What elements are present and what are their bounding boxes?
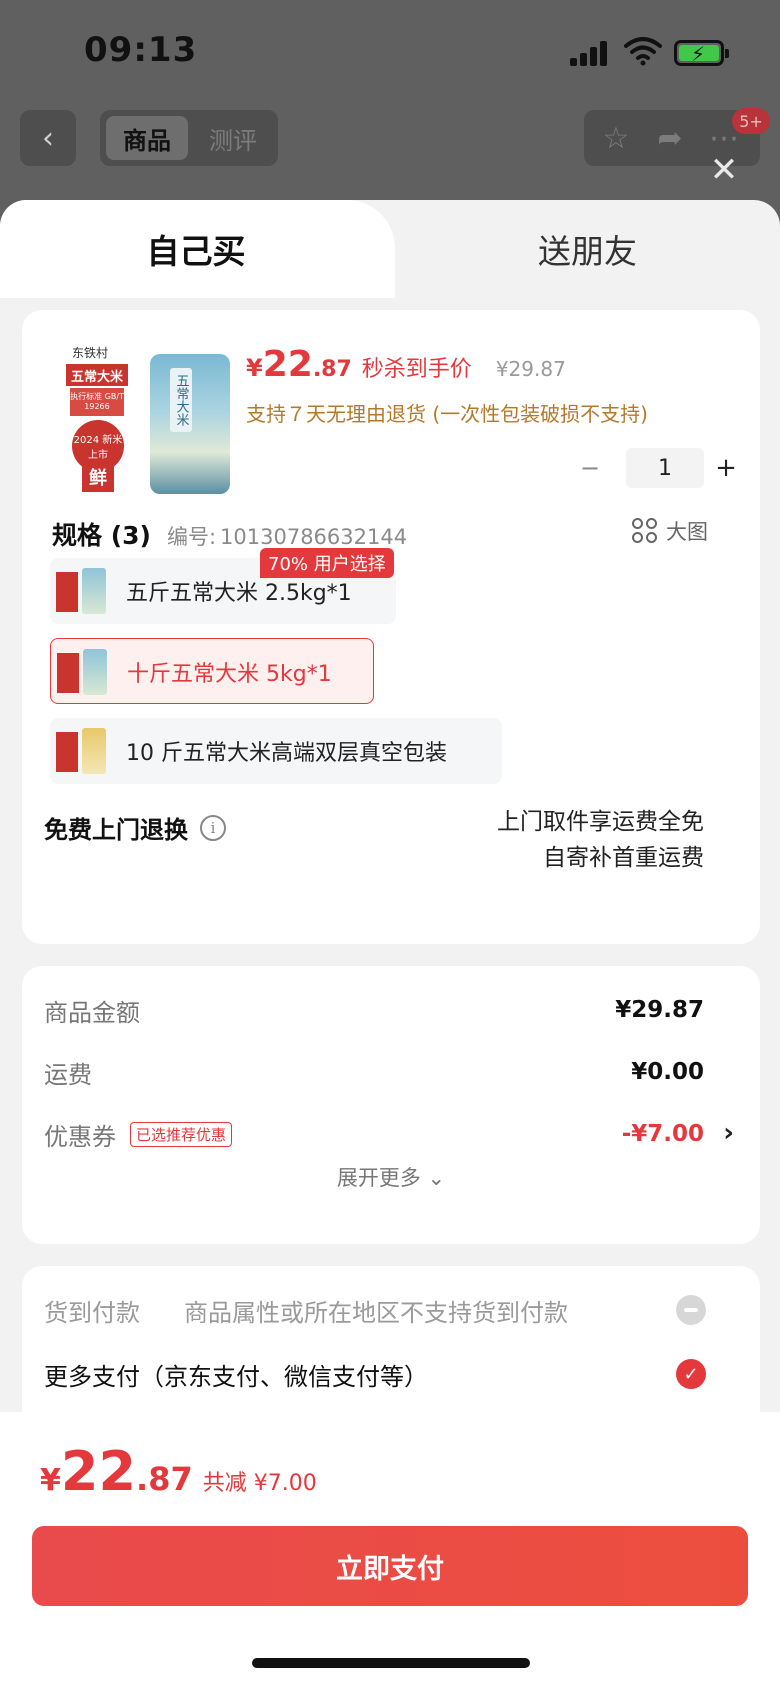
shipping-label: 运费 xyxy=(44,1060,92,1089)
coupon-recommended-tag: 已选推荐优惠 xyxy=(130,1121,233,1147)
info-icon[interactable]: i xyxy=(200,814,226,841)
price-decimal: .87 xyxy=(312,357,352,382)
coupon-value: -¥7.00 xyxy=(621,1121,704,1147)
free-return-label: 免费上门退换 xyxy=(44,816,188,844)
popular-choice-tag: 70% 用户选择 xyxy=(260,548,394,578)
option-thumbnail xyxy=(57,647,107,697)
more-payment-label: 更多支付（京东支付、微信支付等） xyxy=(44,1362,428,1391)
product-standard: 执行标准 GB/T 19266 xyxy=(70,388,124,416)
price-summary-card: 商品金额 ¥29.87 运费 ¥0.00 优惠券 已选推荐优惠 -¥7.00 ›… xyxy=(22,966,760,1244)
price-label: 秒杀到手价 xyxy=(361,357,472,382)
battery-icon: ⚡ xyxy=(674,40,729,66)
spec-option[interactable]: 10 斤五常大米高端双层真空包装 xyxy=(50,718,502,784)
quantity-stepper: − 1 + xyxy=(570,448,746,488)
free-return-row: 免费上门退换 i xyxy=(44,810,226,845)
spec-code-label: 编号: xyxy=(166,525,217,549)
pay-now-button[interactable]: 立即支付 xyxy=(32,1526,748,1606)
product-label-title: 五常大米 xyxy=(66,364,128,386)
option-label: 十斤五常大米 5kg*1 xyxy=(127,662,332,687)
shipping-value: ¥0.00 xyxy=(631,1059,704,1085)
goods-amount-row: 商品金额 ¥29.87 xyxy=(44,990,704,1030)
cod-row: 货到付款 商品属性或所在地区不支持货到付款 xyxy=(44,1288,706,1332)
big-picture-label: 大图 xyxy=(666,520,708,544)
product-label-graphic: 东铁村 五常大米 执行标准 GB/T 19266 2024 新米上市 鲜 xyxy=(66,344,136,492)
quantity-input[interactable]: 1 xyxy=(626,448,704,488)
increase-button[interactable]: + xyxy=(706,448,746,488)
original-price: ¥29.87 xyxy=(495,357,566,381)
product-image[interactable]: 东铁村 五常大米 执行标准 GB/T 19266 2024 新米上市 鲜 五常大… xyxy=(66,344,236,494)
price-line: ¥ 22 .87 秒杀到手价 ¥29.87 xyxy=(246,344,566,392)
price-integer: 22 xyxy=(262,344,313,385)
back-button[interactable]: ‹ xyxy=(20,110,76,166)
coupon-label: 优惠券 xyxy=(44,1122,116,1151)
top-nav: ‹ 商品 测评 ☆ ➦ ⋯ xyxy=(0,108,780,168)
more-payment-row[interactable]: 更多支付（京东支付、微信支付等） ✓ xyxy=(44,1352,706,1396)
total-integer: 22 xyxy=(60,1440,137,1503)
spec-header: 规格 (3) 编号: 10130786632144 xyxy=(52,516,407,552)
fresh-badge: 鲜 xyxy=(82,462,114,492)
option-thumbnail xyxy=(56,566,106,616)
total-decimal: .87 xyxy=(136,1460,193,1498)
share-icon[interactable]: ➦ xyxy=(648,116,692,160)
chevron-right-icon: › xyxy=(723,1118,734,1148)
option-label: 10 斤五常大米高端双层真空包装 xyxy=(126,741,447,766)
spec-code: 10130786632144 xyxy=(220,525,408,549)
free-return-line2: 自寄补首重运费 xyxy=(543,845,704,871)
free-return-line1: 上门取件享运费全免 xyxy=(497,809,704,835)
option-thumbnail xyxy=(56,726,106,776)
checkout-bar: ¥ 22 .87 共减 ¥7.00 立即支付 xyxy=(0,1412,780,1688)
cart-badge: 5+ xyxy=(732,108,770,134)
star-icon[interactable]: ☆ xyxy=(594,116,638,160)
wifi-icon xyxy=(624,37,662,66)
big-picture-button[interactable]: 大图 xyxy=(632,516,708,546)
tab-review[interactable]: 测评 xyxy=(194,116,272,160)
spec-option-selected[interactable]: 十斤五常大米 5kg*1 xyxy=(50,638,374,704)
close-icon[interactable]: ✕ xyxy=(706,150,742,190)
cod-note: 商品属性或所在地区不支持货到付款 xyxy=(184,1298,568,1327)
tab-product[interactable]: 商品 xyxy=(106,116,188,160)
check-circle-icon[interactable]: ✓ xyxy=(676,1359,706,1389)
clock: 09:13 xyxy=(84,30,198,70)
total-price: ¥ 22 .87 共减 ¥7.00 xyxy=(40,1440,317,1503)
spec-title: 规格 (3) xyxy=(52,521,151,550)
expand-more-button[interactable]: 展开更多 ⌄ xyxy=(22,1162,760,1192)
goods-amount-value: ¥29.87 xyxy=(615,997,704,1023)
free-return-detail: 上门取件享运费全免 自寄补首重运费 xyxy=(497,804,704,876)
coupon-label-group: 优惠券 已选推荐优惠 xyxy=(44,1117,233,1152)
status-bar: 09:13 ⚡ xyxy=(0,0,780,100)
return-policy: 支持７天无理由退货 (一次性包装破损不支持) xyxy=(246,402,648,426)
signal-icon xyxy=(570,40,612,66)
minus-circle-icon xyxy=(676,1295,706,1325)
product-card: 东铁村 五常大米 执行标准 GB/T 19266 2024 新米上市 鲜 五常大… xyxy=(22,310,760,944)
tab-gift-friend[interactable]: 送朋友 xyxy=(395,200,780,298)
brand-text: 东铁村 xyxy=(72,346,109,360)
back-icon: ‹ xyxy=(42,120,54,156)
home-indicator xyxy=(252,1658,530,1668)
decrease-button[interactable]: − xyxy=(570,448,610,488)
price-currency: ¥ xyxy=(246,354,263,382)
grid-icon xyxy=(632,518,658,544)
tab-buy-self[interactable]: 自己买 xyxy=(0,200,392,298)
bag-label: 五常大米 xyxy=(170,368,192,432)
total-savings: 共减 ¥7.00 xyxy=(202,1471,317,1496)
coupon-row[interactable]: 优惠券 已选推荐优惠 -¥7.00 › xyxy=(44,1114,734,1154)
goods-amount-label: 商品金额 xyxy=(44,998,140,1027)
total-currency: ¥ xyxy=(40,1463,61,1498)
product-tabs: 商品 测评 xyxy=(100,110,278,166)
shipping-row: 运费 ¥0.00 xyxy=(44,1052,704,1092)
rice-bag: 五常大米 xyxy=(150,354,230,494)
cod-label: 货到付款 xyxy=(44,1298,140,1327)
